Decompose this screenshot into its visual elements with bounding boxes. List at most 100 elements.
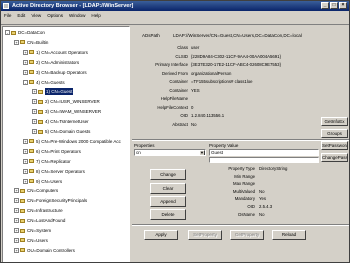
tree-item[interactable]: +1) CN=Guest: [32, 88, 74, 96]
title-bar[interactable]: Active Directory Browser - [LDAP://WinSe…: [1, 1, 349, 11]
menu-help[interactable]: Help: [91, 13, 100, 18]
expand-icon[interactable]: +: [14, 188, 19, 194]
attribute-name: Container: [169, 87, 188, 93]
folder-icon: [20, 238, 25, 243]
tree-item[interactable]: +9) CN=Users: [23, 178, 62, 185]
expand-icon[interactable]: +: [14, 237, 19, 243]
expand-icon[interactable]: +: [23, 178, 28, 184]
minimize-button[interactable]: _: [321, 2, 329, 9]
adspath-label: ADsPath: [142, 33, 160, 38]
property-type-value: Yes: [259, 196, 267, 202]
tree-item[interactable]: + CN=Users: [14, 237, 48, 244]
folder-icon: [20, 198, 25, 203]
expand-icon[interactable]: +: [23, 59, 28, 65]
menu-file[interactable]: File: [4, 13, 11, 18]
tree-item[interactable]: - 4) CN=Guests: [23, 79, 65, 86]
directory-tree[interactable]: - DC=DataCon + CN=Builtin +1) CN=Account Ope…: [2, 26, 130, 262]
setproperty-button[interactable]: SetProperty: [188, 230, 222, 240]
folder-icon: [38, 89, 43, 94]
tree-item-label: CN=Builtin: [27, 39, 49, 45]
tree-item[interactable]: + OU=Domain Controllers: [14, 247, 75, 254]
tree-item[interactable]: +6) CN=Print Operators: [23, 148, 81, 155]
collapse-icon[interactable]: -: [5, 30, 10, 35]
expand-icon[interactable]: +: [32, 119, 37, 125]
tree-item[interactable]: +5) CN=Domain Guests: [32, 128, 90, 135]
tree-item[interactable]: +4) CN=TsInternetUser: [32, 118, 89, 125]
tree-item-label: OU=Domain Controllers: [27, 247, 75, 253]
groups-button[interactable]: Groups: [321, 129, 348, 138]
tree-item-label: 7) CN=Replicator: [36, 158, 71, 164]
folder-icon: [29, 149, 34, 154]
close-button[interactable]: ×: [339, 2, 347, 9]
expand-icon[interactable]: +: [14, 208, 19, 214]
tree-item-label: 2) CN=IUSR_WINSERVER: [45, 99, 100, 105]
append-button[interactable]: Append: [150, 196, 186, 207]
menu-window[interactable]: Window: [69, 13, 85, 18]
expand-icon[interactable]: +: [14, 39, 19, 45]
expand-icon[interactable]: +: [23, 158, 28, 164]
expand-icon[interactable]: +: [14, 247, 19, 253]
apply-button[interactable]: Apply: [144, 230, 178, 240]
tree-item[interactable]: +2) CN=Administrators: [23, 59, 79, 66]
property-value-list[interactable]: [209, 157, 319, 163]
chevron-down-icon[interactable]: ▼: [199, 150, 205, 155]
expand-icon[interactable]: +: [23, 138, 28, 144]
expand-icon[interactable]: +: [23, 49, 28, 55]
adspath-value: LDAP://WinServer/CN=Guest,CN=Users,DC=Da…: [173, 33, 302, 38]
property-type-value: DirectoryString: [259, 166, 288, 171]
maximize-button[interactable]: □: [330, 2, 338, 9]
menu-view[interactable]: View: [31, 13, 41, 18]
tree-item[interactable]: + CN=LostAndFound: [14, 217, 65, 224]
folder-icon: [29, 60, 34, 65]
collapse-icon[interactable]: -: [23, 79, 28, 85]
tree-item[interactable]: +3) CN=IWAM_WINSERVER: [32, 108, 101, 115]
menu-edit[interactable]: Edit: [17, 13, 25, 18]
folder-icon: [38, 109, 43, 114]
folder-icon: [20, 188, 25, 193]
object-details-pane: ADsPath LDAP://WinServer/CN=Guest,CN=Use…: [132, 26, 349, 262]
setpassword-button[interactable]: SetPassword: [321, 141, 348, 150]
expand-icon[interactable]: +: [14, 218, 19, 224]
properties-dropdown[interactable]: cn ▼: [134, 149, 206, 156]
expand-icon[interactable]: +: [32, 99, 37, 105]
delete-button[interactable]: Delete: [150, 209, 186, 220]
tree-item[interactable]: +3) CN=Backup Operators: [23, 69, 87, 76]
folder-icon: [29, 159, 34, 164]
expand-icon[interactable]: +: [14, 198, 19, 204]
expand-icon[interactable]: +: [23, 69, 28, 75]
menu-options[interactable]: Options: [47, 13, 63, 18]
change-button[interactable]: Change: [150, 169, 186, 180]
clear-button[interactable]: Clear: [150, 183, 186, 194]
expand-icon[interactable]: +: [14, 228, 19, 233]
getinfoex-button[interactable]: GetInfoEx: [321, 117, 348, 126]
menu-bar: File Edit View Options Window Help: [1, 11, 349, 19]
folder-icon: [20, 40, 25, 45]
tree-item[interactable]: +1) CN=Account Operators: [23, 49, 88, 56]
expand-icon[interactable]: +: [32, 129, 37, 134]
property-value-field[interactable]: Guest: [209, 149, 319, 156]
tree-item-label: 5) CN=Domain Guests: [45, 129, 91, 134]
reload-button[interactable]: Reload: [272, 230, 306, 240]
tree-item[interactable]: +8) CN=Server Operators: [23, 168, 85, 175]
expand-icon[interactable]: +: [32, 109, 37, 115]
attribute-value: 0: [191, 104, 194, 110]
changepassword-button[interactable]: ChangePasswor: [321, 153, 348, 162]
tree-item[interactable]: +5) CN=Pre-Windows 2000 Compatible Acc: [23, 138, 121, 145]
expand-icon[interactable]: +: [23, 148, 28, 154]
tree-item[interactable]: +7) CN=Replicator: [23, 158, 71, 165]
tree-item[interactable]: +2) CN=IUSR_WINSERVER: [32, 98, 100, 105]
tree-item[interactable]: + CN=Computers: [14, 187, 58, 194]
tree-item[interactable]: - DC=DataCon: [5, 29, 45, 36]
tree-item-label: 4) CN=Guests: [36, 79, 65, 85]
tree-item-label: 3) CN=IWAM_WINSERVER: [45, 109, 102, 115]
tree-item[interactable]: + CN=Infrastructure: [14, 207, 63, 214]
tree-item[interactable]: + CN=Builtin: [14, 39, 48, 46]
expand-icon[interactable]: +: [32, 89, 37, 95]
getproperty-button[interactable]: GetProperty: [230, 230, 264, 240]
adb-window: Active Directory Browser - [LDAP://WinSe…: [0, 0, 350, 263]
tree-item[interactable]: + CN=ForeignSecurityPrincipals: [14, 197, 87, 204]
expand-icon[interactable]: +: [23, 168, 28, 174]
tree-item-label: 4) CN=TsInternetUser: [45, 119, 89, 125]
property-type-name: DsName: [238, 211, 255, 217]
tree-item[interactable]: + CN=System: [14, 227, 51, 234]
